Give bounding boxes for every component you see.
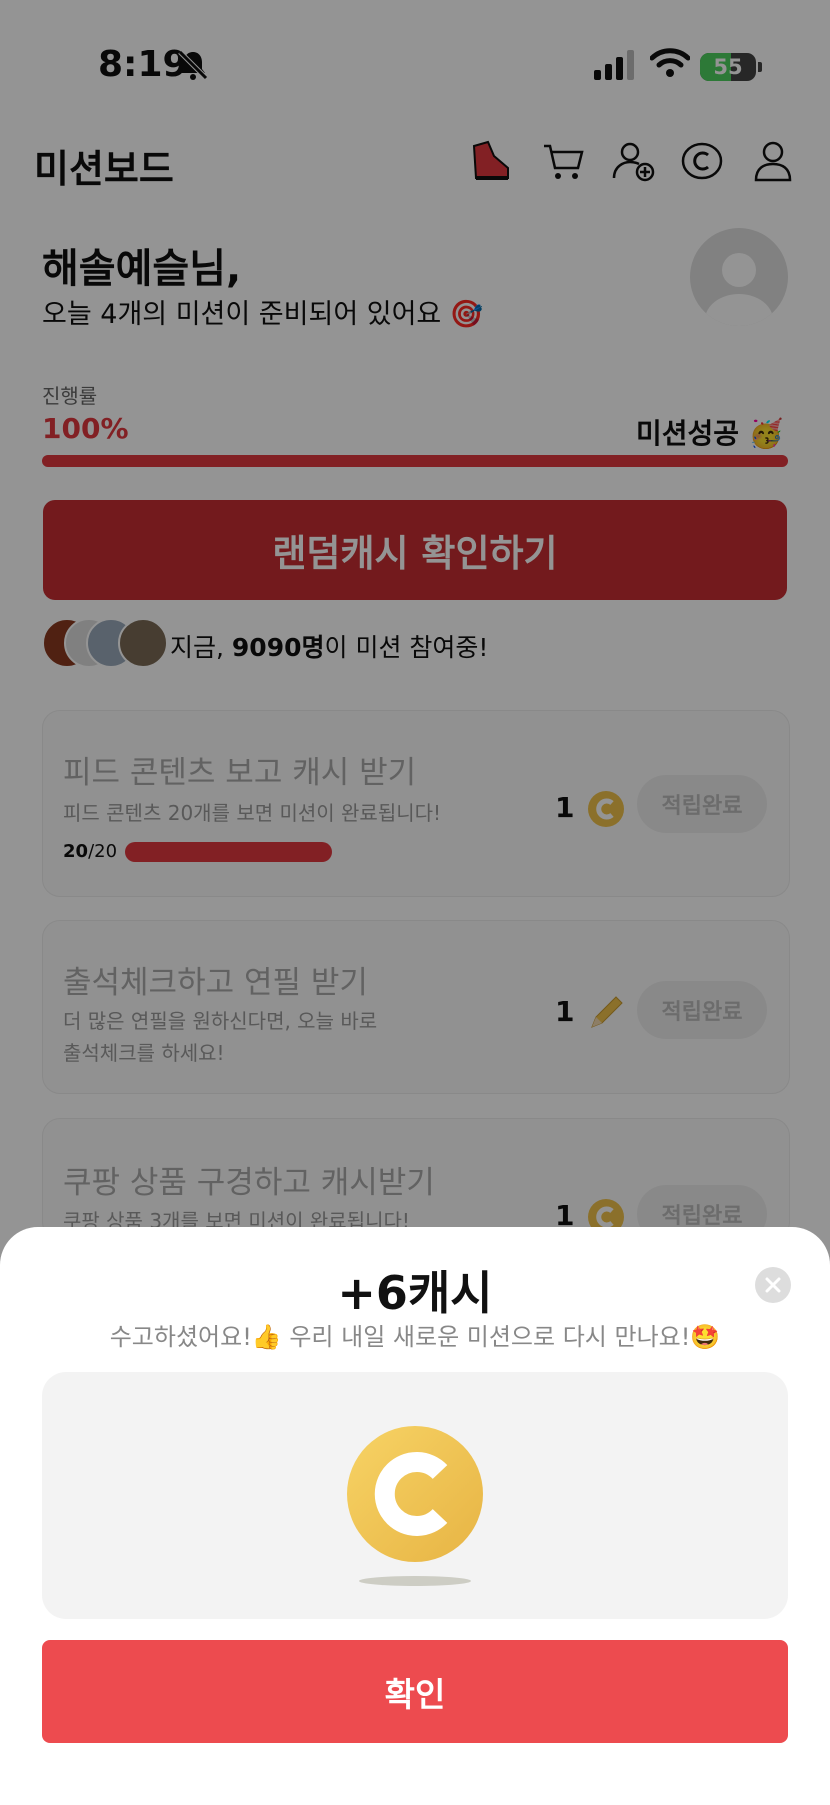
reward-bottom-sheet: +6캐시 수고하셨어요!👍 우리 내일 새로운 미션으로 다시 만나요!🤩 확인 (0, 1227, 830, 1805)
close-icon (765, 1277, 781, 1293)
confirm-button[interactable]: 확인 (42, 1640, 788, 1743)
close-button[interactable] (755, 1267, 791, 1303)
large-coin-icon (347, 1426, 483, 1586)
reward-message: 수고하셨어요!👍 우리 내일 새로운 미션으로 다시 만나요!🤩 (109, 1323, 721, 1351)
coin-panel (42, 1372, 788, 1619)
reward-title: +6캐시 (337, 1266, 493, 1320)
